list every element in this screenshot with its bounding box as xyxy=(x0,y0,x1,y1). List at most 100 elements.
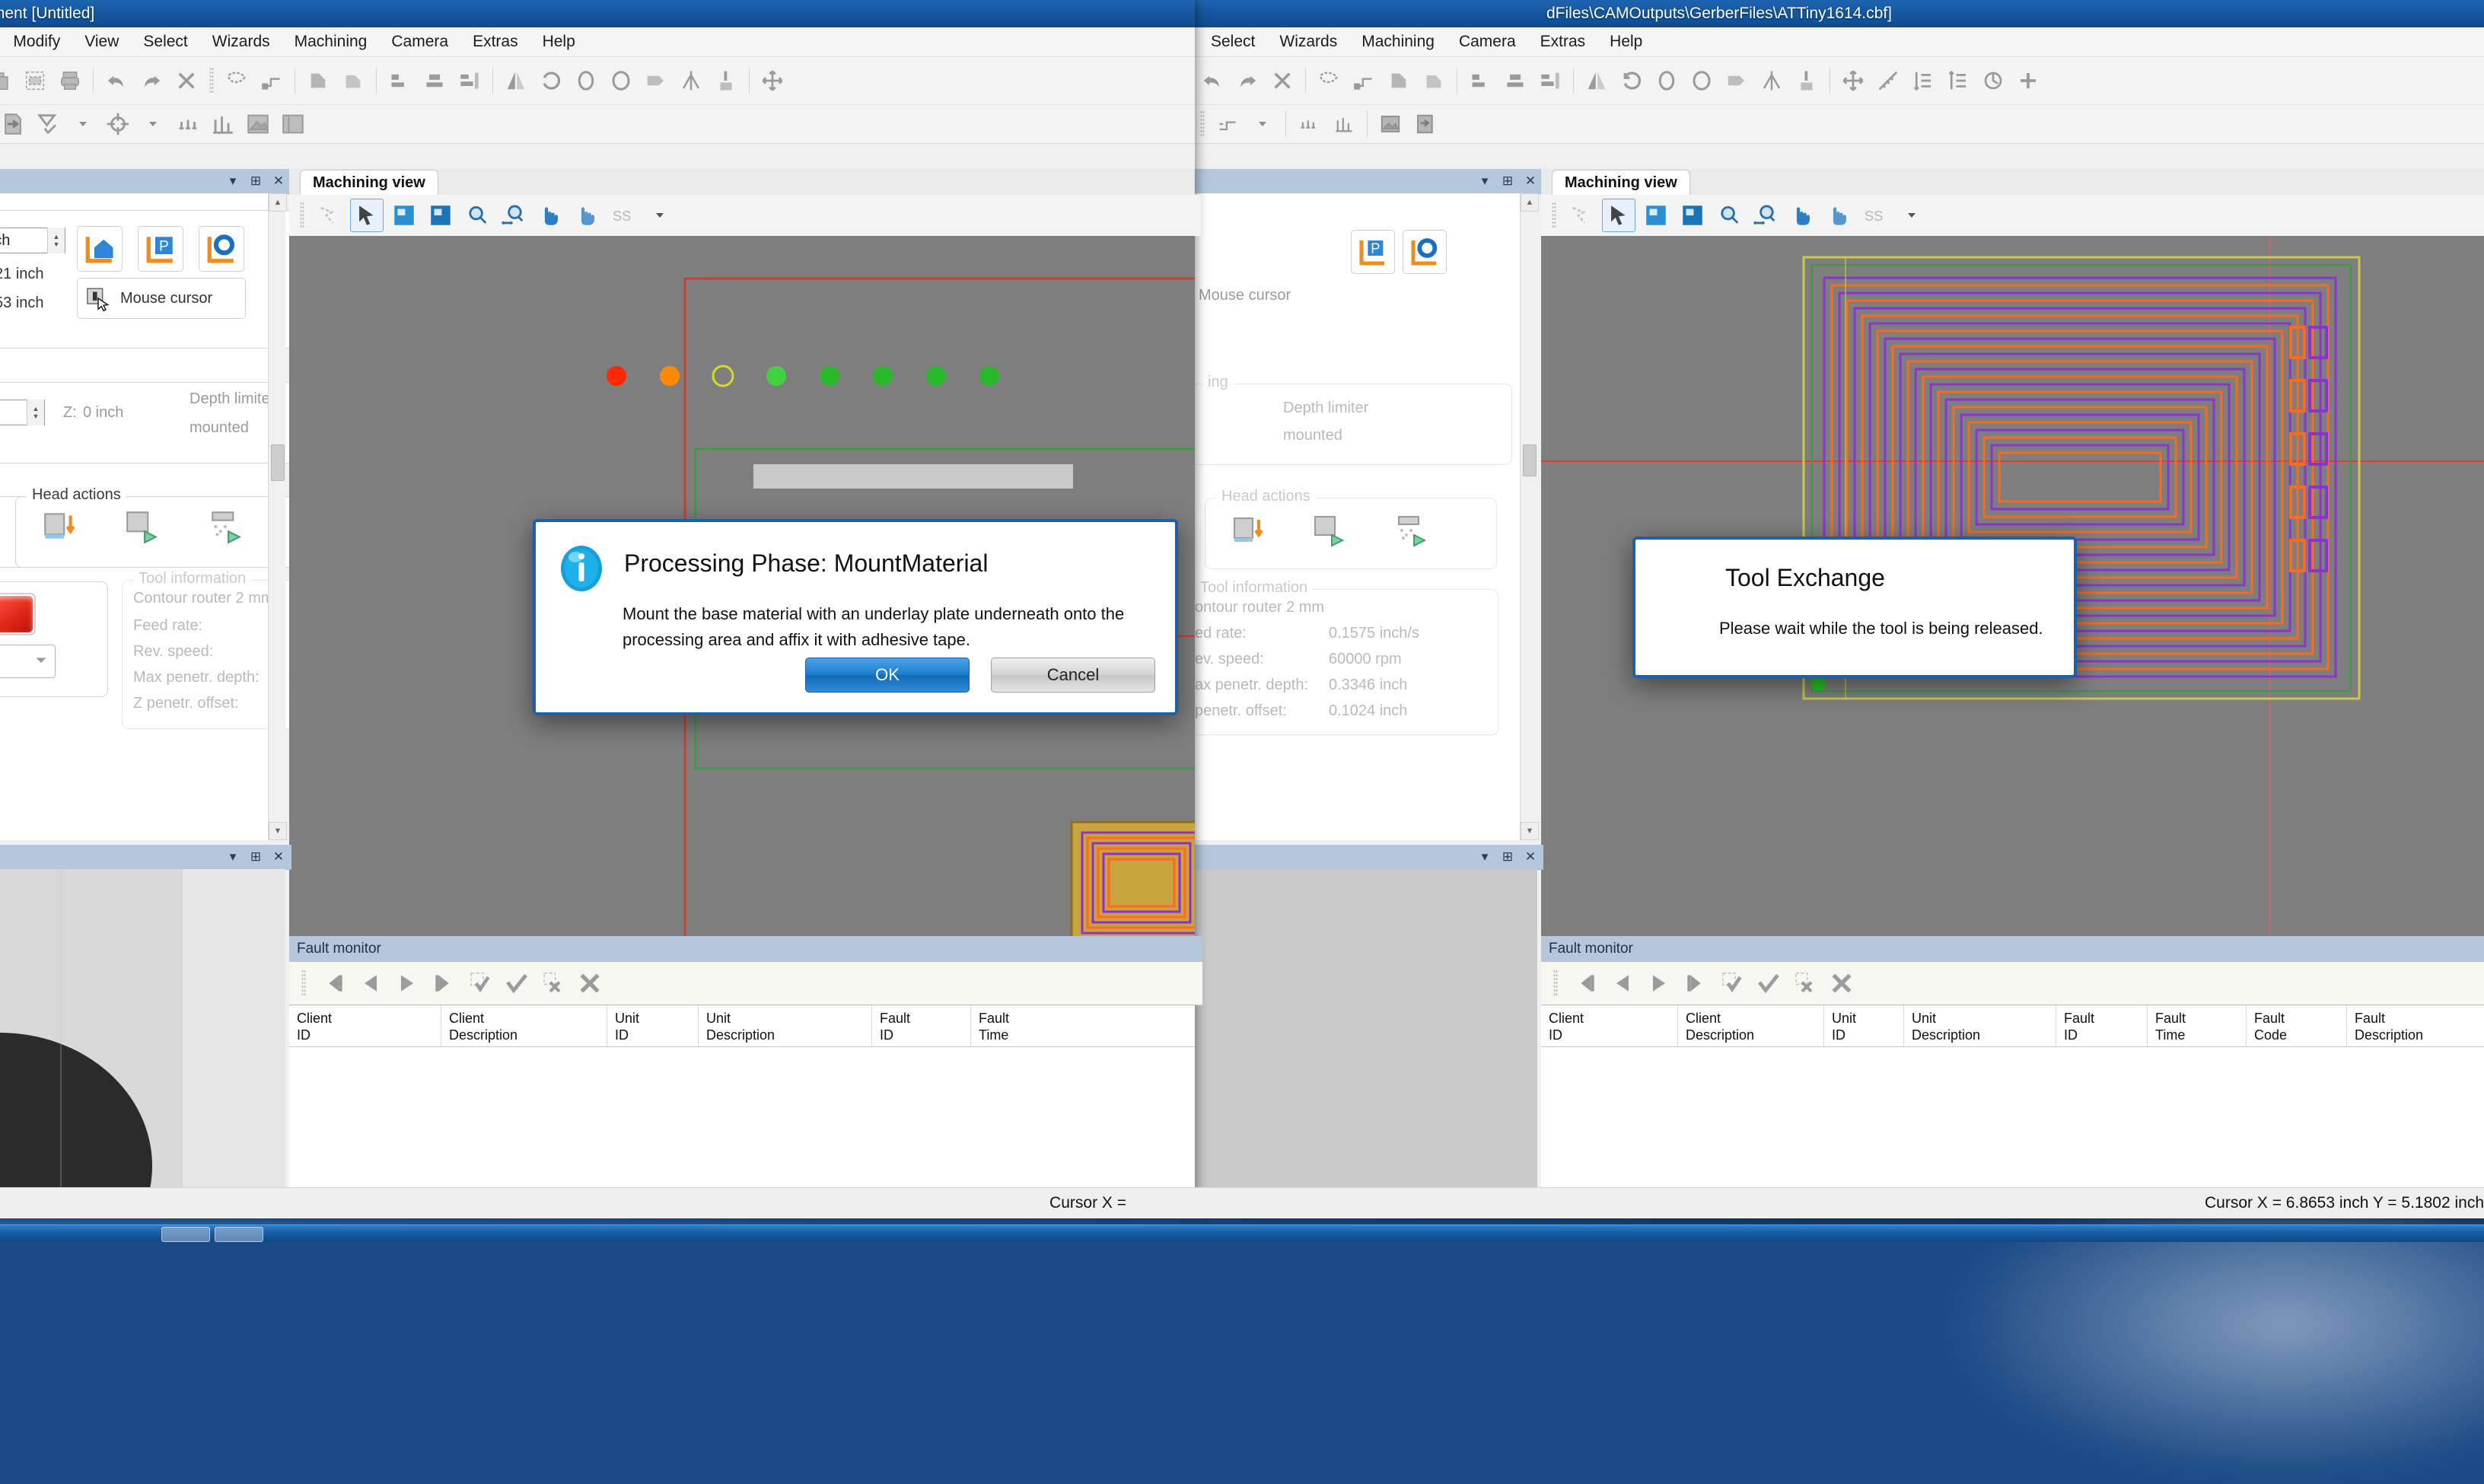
chevron-down-icon[interactable] xyxy=(1246,107,1279,141)
pin-icon[interactable]: ⊞ xyxy=(249,174,263,188)
scale-down-icon[interactable] xyxy=(1906,64,1940,97)
vacuum-run-icon[interactable] xyxy=(208,508,246,549)
scroll-down-arrow[interactable]: ▼ xyxy=(269,822,287,840)
zero-position-icon[interactable] xyxy=(199,226,244,272)
menu-item-extras[interactable]: Extras xyxy=(460,30,530,54)
view-board-top-icon[interactable] xyxy=(1640,199,1672,231)
left-dock-header[interactable]: ▾ ⊞ ✕ xyxy=(0,169,291,194)
head-down-icon[interactable] xyxy=(1230,512,1266,553)
circle-icon[interactable] xyxy=(569,64,603,97)
paste-icon[interactable] xyxy=(0,64,17,97)
park-position-icon[interactable]: P xyxy=(138,226,183,272)
next-icon[interactable] xyxy=(1646,970,1672,996)
toolbar-grip[interactable] xyxy=(209,67,214,94)
chevron-down-icon[interactable]: ▾ xyxy=(1478,174,1492,188)
image-region-icon[interactable] xyxy=(1374,107,1407,141)
flip-icon[interactable] xyxy=(1720,64,1753,97)
pan-icon[interactable] xyxy=(1786,199,1818,231)
image-export-icon[interactable] xyxy=(1409,107,1442,141)
align-left-icon[interactable] xyxy=(383,64,416,97)
arrow-select-icon[interactable] xyxy=(1602,199,1635,232)
tool-rack-icon[interactable] xyxy=(206,107,240,141)
menu-item-camera[interactable]: Camera xyxy=(1447,30,1528,54)
polygon-icon[interactable] xyxy=(1382,64,1416,97)
park-position-icon[interactable]: P xyxy=(1351,230,1395,274)
head-run-icon[interactable] xyxy=(1312,512,1349,553)
image-export-icon[interactable] xyxy=(0,107,30,141)
column-header-client-id[interactable]: Client ID xyxy=(289,1005,441,1046)
view-board-bottom-icon[interactable] xyxy=(425,199,457,231)
right-view-tabstrip[interactable]: Machining view xyxy=(1541,169,2484,196)
ack-selected-icon[interactable] xyxy=(467,970,493,996)
arrow-select-icon[interactable] xyxy=(350,199,384,232)
chevron-down-icon[interactable]: ▾ xyxy=(226,174,240,188)
pan-icon[interactable] xyxy=(534,199,566,231)
menu-item-help[interactable]: Help xyxy=(530,30,588,54)
column-header-unit-id[interactable]: Unit ID xyxy=(607,1005,699,1046)
toolbar-grip[interactable] xyxy=(300,202,304,229)
ack-all-icon[interactable] xyxy=(504,970,530,996)
pin-icon[interactable]: ⊞ xyxy=(1501,849,1514,864)
panel-scrollbar[interactable]: ▲ ▼ xyxy=(1520,193,1539,840)
measure-icon[interactable]: SS xyxy=(607,199,639,231)
column-header-fault-description[interactable]: Fault Description xyxy=(2347,1005,2484,1046)
align-center-icon[interactable] xyxy=(1498,64,1532,97)
print-icon[interactable] xyxy=(53,64,87,97)
chevron-down-icon[interactable] xyxy=(1896,199,1928,231)
menu-item-modify[interactable]: Modify xyxy=(1,30,72,54)
path-node-icon[interactable] xyxy=(255,64,288,97)
left-window-titlebar[interactable]: 2.1 - Document [Untitled] xyxy=(0,0,1195,27)
undo-icon[interactable] xyxy=(1196,64,1229,97)
lasso-select-icon[interactable] xyxy=(314,199,346,231)
mirror-icon[interactable] xyxy=(499,64,533,97)
distribute-icon[interactable] xyxy=(1533,64,1567,97)
left-fault-monitor-toolbar[interactable] xyxy=(289,962,1202,1005)
pan-all-icon[interactable] xyxy=(1823,199,1855,231)
undo-icon[interactable] xyxy=(100,64,133,97)
delete-all-icon[interactable] xyxy=(1829,970,1855,996)
first-icon[interactable] xyxy=(1573,970,1599,996)
ack-selected-icon[interactable] xyxy=(1719,970,1745,996)
phase-select[interactable]: Material xyxy=(0,645,56,678)
ellipse-icon[interactable] xyxy=(604,64,638,97)
view-image-icon[interactable] xyxy=(241,107,275,141)
column-header-client-description[interactable]: Client Description xyxy=(441,1005,607,1046)
toolbar-grip[interactable] xyxy=(301,970,306,997)
right-secondary-toolbar[interactable] xyxy=(1191,105,2484,144)
menu-item-select[interactable]: Select xyxy=(131,30,199,54)
distribute-icon[interactable] xyxy=(453,64,486,97)
zero-position-icon[interactable] xyxy=(1403,230,1447,274)
previous-icon[interactable] xyxy=(1610,970,1635,996)
processing-phase-dialog[interactable]: Processing Phase: MountMaterial Mount th… xyxy=(533,519,1178,715)
scrollbar-thumb[interactable] xyxy=(1523,444,1537,476)
close-icon[interactable]: ✕ xyxy=(1524,174,1537,188)
right-lower-dock-header[interactable]: ▾ ⊞ ✕ xyxy=(1191,845,1543,870)
column-header-fault-time[interactable]: Fault Time xyxy=(971,1005,1078,1046)
left-fault-monitor-table[interactable]: Client ID Client Description Unit ID Uni… xyxy=(289,1005,1195,1188)
right-dock-header[interactable]: ▾ ⊞ ✕ xyxy=(1191,169,1543,194)
move-icon[interactable] xyxy=(1836,64,1870,97)
center-target-icon[interactable] xyxy=(101,107,135,141)
polygon-alt-icon[interactable] xyxy=(336,64,370,97)
redo-icon[interactable] xyxy=(1231,64,1264,97)
delete-selected-icon[interactable] xyxy=(1792,970,1818,996)
left-lower-dock-header[interactable]: ▾ ⊞ ✕ xyxy=(0,845,291,870)
column-header-fault-id[interactable]: Fault ID xyxy=(872,1005,971,1046)
flip-icon[interactable] xyxy=(639,64,673,97)
column-header-unit-description[interactable]: Unit Description xyxy=(699,1005,872,1046)
measure-icon[interactable]: SS xyxy=(1859,199,1891,231)
ellipse-icon[interactable] xyxy=(1685,64,1718,97)
circle-icon[interactable] xyxy=(1650,64,1683,97)
stop-button[interactable] xyxy=(0,593,36,635)
menu-item-select[interactable]: Select xyxy=(1199,30,1267,54)
scale-up-icon[interactable] xyxy=(1941,64,1975,97)
pin-icon[interactable]: ⊞ xyxy=(1501,174,1514,188)
scroll-down-arrow[interactable]: ▼ xyxy=(1521,822,1539,840)
column-header-unit-id[interactable]: Unit ID xyxy=(1824,1005,1904,1046)
view-board-bottom-icon[interactable] xyxy=(1677,199,1709,231)
chevron-down-icon[interactable] xyxy=(66,107,100,141)
previous-icon[interactable] xyxy=(358,970,384,996)
zoom-fit-icon[interactable] xyxy=(498,199,530,231)
left-menubar[interactable]: Toolpath Modify View Select Wizards Mach… xyxy=(0,27,1195,57)
ok-button[interactable]: OK xyxy=(805,658,970,693)
